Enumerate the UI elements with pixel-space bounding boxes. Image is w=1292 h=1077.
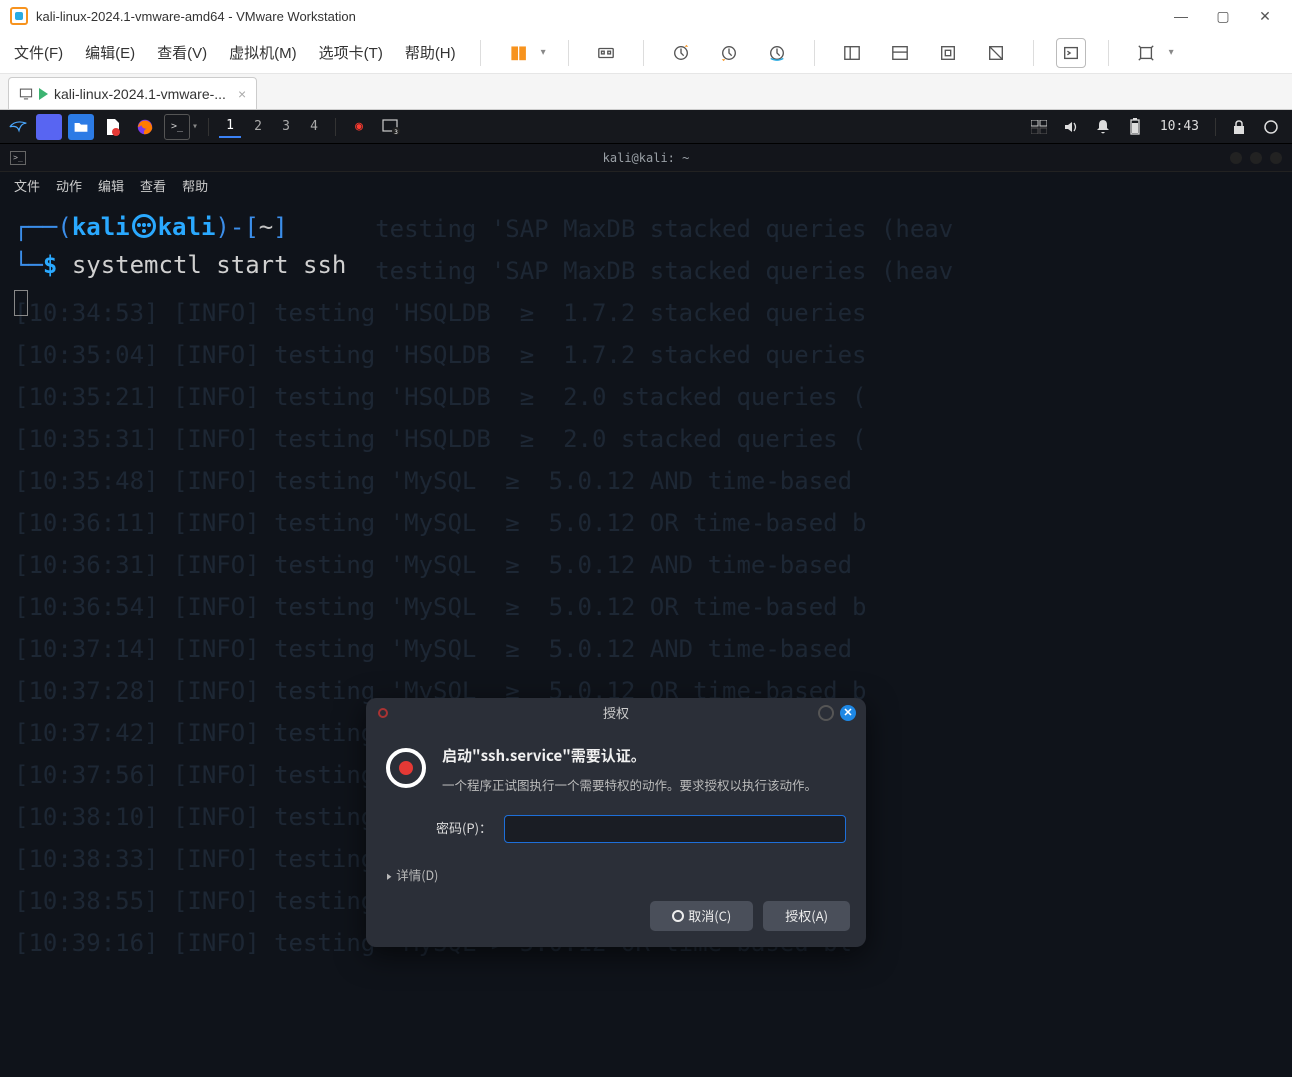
window-title: kali-linux-2024.1-vmware-amd64 - VMware … (36, 9, 356, 24)
stretch-icon[interactable] (1131, 38, 1161, 68)
document-icon[interactable] (100, 114, 126, 140)
lock-icon[interactable] (1226, 114, 1252, 140)
menu-edit[interactable]: 编辑(E) (83, 38, 137, 67)
snapshot-manage-icon[interactable] (762, 38, 792, 68)
details-toggle[interactable]: ▸详情(D) (366, 857, 866, 893)
menu-tabs[interactable]: 选项卡(T) (317, 38, 385, 67)
workspace-1[interactable]: 1 (219, 116, 241, 138)
auth-title: 授权 (603, 703, 629, 724)
record-screen-icon[interactable]: 3 (378, 114, 404, 140)
minimize-dot[interactable] (1230, 152, 1242, 164)
vmware-titlebar: kali-linux-2024.1-vmware-amd64 - VMware … (0, 0, 1292, 32)
minimize-button[interactable]: — (1164, 2, 1198, 30)
auth-shield-icon (386, 748, 426, 788)
unity-icon[interactable] (981, 38, 1011, 68)
maximize-dot[interactable] (1250, 152, 1262, 164)
tab-kali-vm[interactable]: kali-linux-2024.1-vmware-... × (8, 77, 257, 109)
maximize-button[interactable]: ▢ (1206, 2, 1240, 30)
show-desktop-icon[interactable] (36, 114, 62, 140)
authorize-button[interactable]: 授权(A) (763, 901, 850, 931)
maximize-icon[interactable] (818, 705, 834, 721)
close-dot[interactable] (1270, 152, 1282, 164)
tab-label: kali-linux-2024.1-vmware-... (54, 86, 226, 102)
view-tabs-icon[interactable] (885, 38, 915, 68)
console-icon[interactable] (1056, 38, 1086, 68)
chevron-down-icon[interactable]: ▾ (541, 47, 546, 58)
prompt-header: ┌──(kalikali)-[~] (14, 208, 1278, 246)
pause-icon[interactable]: ▮▮ (503, 38, 533, 68)
play-icon (39, 88, 48, 100)
view-single-icon[interactable] (837, 38, 867, 68)
clock[interactable]: 10:43 (1160, 119, 1199, 134)
term-menu-file[interactable]: 文件 (14, 176, 40, 195)
volume-icon[interactable] (1058, 114, 1084, 140)
terminal-body[interactable]: testing 'SAP MaxDB stacked queries (heav… (0, 198, 1292, 1077)
chevron-down-icon[interactable]: ▾ (192, 121, 198, 132)
monitor-icon (19, 87, 33, 101)
snapshot-revert-icon[interactable] (714, 38, 744, 68)
auth-titlebar[interactable]: 授权 ✕ (366, 698, 866, 728)
term-menu-edit[interactable]: 编辑 (98, 176, 124, 195)
firefox-icon[interactable] (132, 114, 158, 140)
command-text: systemctl start ssh (72, 251, 347, 279)
close-icon[interactable]: ✕ (840, 705, 856, 721)
terminal-icon[interactable]: >_ (164, 114, 190, 140)
term-menu-help[interactable]: 帮助 (182, 176, 208, 195)
close-tab-icon[interactable]: × (238, 86, 246, 102)
auth-heading: 启动"ssh.service"需要认证。 (442, 744, 846, 768)
password-label: 密码(P)： (436, 818, 492, 839)
vmware-logo-icon (10, 7, 28, 25)
menu-help[interactable]: 帮助(H) (403, 38, 458, 67)
vm-viewport: >_ ▾ 1 2 3 4 ◉ 3 10:43 (0, 110, 1292, 1077)
battery-icon[interactable] (1122, 114, 1148, 140)
vmware-tabstrip: kali-linux-2024.1-vmware-... × (0, 74, 1292, 110)
close-button[interactable]: ✕ (1248, 2, 1282, 30)
menu-view[interactable]: 查看(V) (155, 38, 209, 67)
terminal-titlebar: >_ kali@kali: ~ (0, 144, 1292, 172)
kali-taskbar: >_ ▾ 1 2 3 4 ◉ 3 10:43 (0, 110, 1292, 144)
cancel-ring-icon (672, 910, 684, 922)
power-icon[interactable] (1258, 114, 1284, 140)
window-controls (1230, 152, 1282, 164)
kali-logo-icon[interactable] (8, 114, 30, 140)
term-menu-view[interactable]: 查看 (140, 176, 166, 195)
auth-body-text: 一个程序正试图执行一个需要特权的动作。要求授权以执行该动作。 (442, 776, 846, 795)
auth-app-icon (378, 708, 388, 718)
record-icon[interactable]: ◉ (346, 114, 372, 140)
vmware-menubar: 文件(F) 编辑(E) 查看(V) 虚拟机(M) 选项卡(T) 帮助(H) ▮▮… (0, 32, 1292, 74)
cancel-button[interactable]: 取消(C) (650, 901, 753, 931)
workspace-4[interactable]: 4 (303, 116, 325, 138)
terminal-window-title: kali@kali: ~ (603, 151, 690, 165)
workspace-grid-icon[interactable] (1026, 114, 1052, 140)
term-menu-action[interactable]: 动作 (56, 176, 82, 195)
terminal-menubar: 文件 动作 编辑 查看 帮助 (0, 172, 1292, 198)
workspace-2[interactable]: 2 (247, 116, 269, 138)
password-input[interactable] (504, 815, 846, 843)
prompt-command-line: └─$ systemctl start ssh (14, 246, 1278, 284)
files-icon[interactable] (68, 114, 94, 140)
snapshot-take-icon[interactable] (666, 38, 696, 68)
send-cad-icon[interactable] (591, 38, 621, 68)
cursor (14, 285, 1278, 323)
chevron-down-icon[interactable]: ▾ (1169, 47, 1174, 58)
menu-vm[interactable]: 虚拟机(M) (227, 38, 299, 67)
skull-icon (132, 214, 156, 238)
menu-file[interactable]: 文件(F) (12, 38, 65, 67)
fullscreen-icon[interactable] (933, 38, 963, 68)
terminal-app-icon: >_ (10, 151, 26, 165)
workspace-3[interactable]: 3 (275, 116, 297, 138)
svg-text:3: 3 (394, 129, 398, 135)
chevron-right-icon: ▸ (387, 865, 391, 885)
notifications-icon[interactable] (1090, 114, 1116, 140)
auth-dialog: 授权 ✕ 启动"ssh.service"需要认证。 一个程序正试图执行一个需要特… (366, 698, 866, 947)
